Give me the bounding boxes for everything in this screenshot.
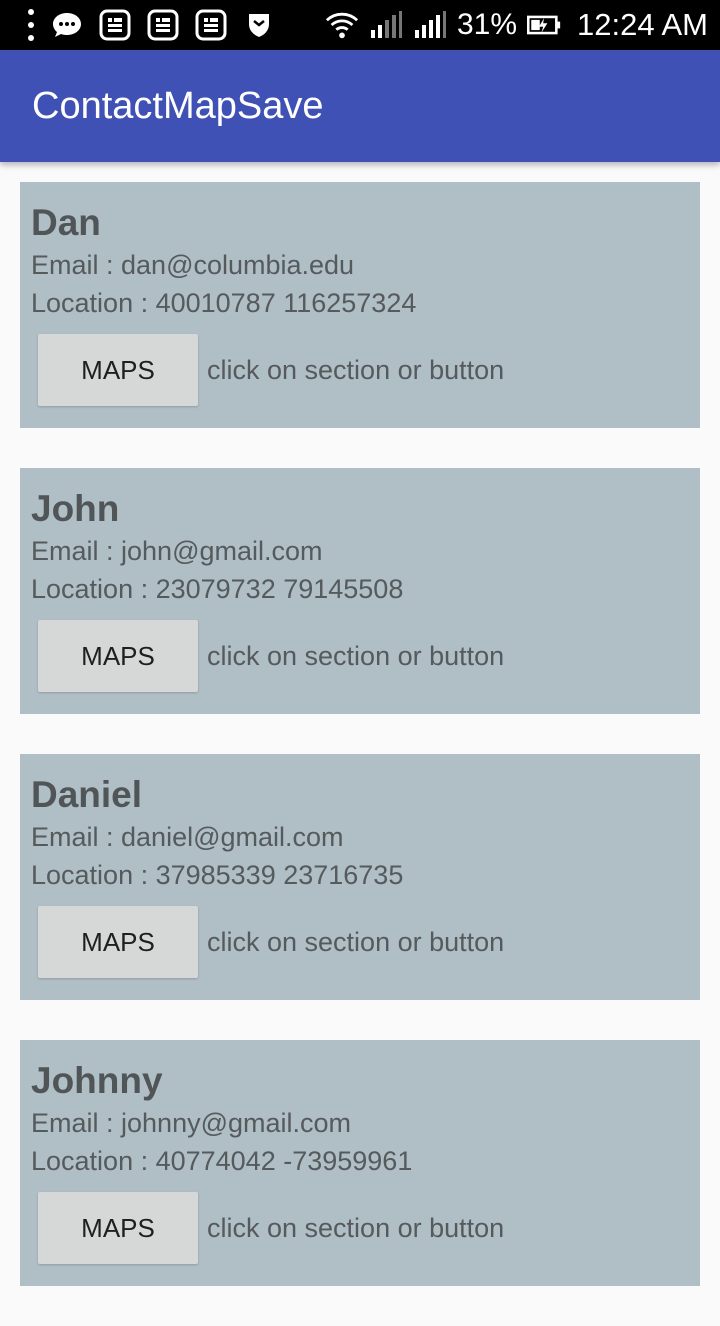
hint-text: click on section or button — [207, 1212, 505, 1243]
contact-name: Dan — [31, 202, 101, 243]
contact-actions: MAPS click on section or button — [38, 1192, 504, 1264]
contact-email: Email : johnny@gmail.com — [31, 1108, 352, 1138]
app-notification-icon — [98, 8, 132, 42]
maps-button[interactable]: MAPS — [38, 1192, 198, 1264]
contact-actions: MAPS click on section or button — [38, 906, 504, 978]
contact-card[interactable]: Dan Email : dan@columbia.edu Location : … — [20, 182, 700, 428]
clock: 12:24 AM — [577, 7, 708, 42]
contact-name: Daniel — [31, 774, 143, 815]
signal-weak-icon — [369, 8, 403, 42]
shield-icon — [242, 8, 276, 42]
contact-name: Johnny — [31, 1060, 163, 1101]
hint-text: click on section or button — [207, 640, 505, 671]
app-title: ContactMapSave — [32, 84, 324, 127]
contact-email: Email : dan@columbia.edu — [31, 250, 355, 280]
hint-text: click on section or button — [207, 354, 505, 385]
wifi-icon — [325, 8, 359, 42]
contact-location: Location : 37985339 23716735 — [31, 860, 404, 890]
contact-actions: MAPS click on section or button — [38, 620, 504, 692]
contact-card[interactable]: John Email : john@gmail.com Location : 2… — [20, 468, 700, 714]
contact-location: Location : 23079732 79145508 — [31, 574, 404, 604]
app-notification-icon — [146, 8, 180, 42]
maps-button[interactable]: MAPS — [38, 620, 198, 692]
contact-actions: MAPS click on section or button — [38, 334, 504, 406]
maps-button[interactable]: MAPS — [38, 906, 198, 978]
battery-percent: 31% — [456, 8, 518, 41]
notification-icons — [0, 8, 276, 42]
maps-button[interactable]: MAPS — [38, 334, 198, 406]
hint-text: click on section or button — [207, 926, 505, 957]
status-bar: 31% 12:24 AM — [0, 0, 720, 50]
contact-card[interactable]: Johnny Email : johnny@gmail.com Location… — [20, 1040, 700, 1286]
contact-email: Email : john@gmail.com — [31, 536, 323, 566]
contact-name: John — [31, 488, 120, 529]
contact-card[interactable]: Daniel Email : daniel@gmail.com Location… — [20, 754, 700, 1000]
contact-email: Email : daniel@gmail.com — [31, 822, 344, 852]
system-status: 31% 12:24 AM — [325, 7, 720, 43]
app-notification-icon — [194, 8, 228, 42]
battery-charging-icon — [527, 8, 561, 42]
message-icon — [50, 8, 84, 42]
app-bar: ContactMapSave — [0, 50, 720, 162]
signal-strong-icon — [413, 8, 447, 42]
contact-location: Location : 40774042 -73959961 — [31, 1146, 413, 1176]
more-notifications-icon — [26, 9, 36, 41]
contact-list: Dan Email : dan@columbia.edu Location : … — [20, 182, 700, 1326]
contact-location: Location : 40010787 116257324 — [31, 288, 417, 318]
